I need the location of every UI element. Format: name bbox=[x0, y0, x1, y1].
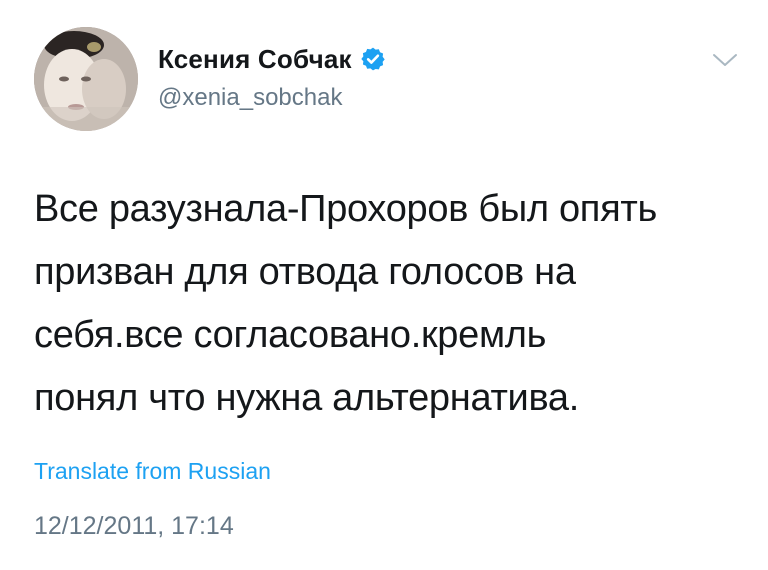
chevron-down-icon[interactable] bbox=[710, 50, 740, 70]
author-name-row[interactable]: Ксения Собчак bbox=[158, 42, 386, 76]
tweet-text-line: себя.все согласовано.кремль bbox=[34, 314, 547, 356]
tweet-text-line: понял что нужна альтернатива. bbox=[34, 377, 580, 419]
tweet-text-line: Все разузнала-Прохоров был опять bbox=[34, 188, 657, 230]
author-handle[interactable]: @xenia_sobchak bbox=[158, 84, 342, 112]
verified-badge-icon bbox=[360, 46, 386, 72]
tweet-text: Все разузнала-Прохоров был опять призван… bbox=[34, 178, 754, 430]
tweet-card: Ксения Собчак @xenia_sobchak Все разузна… bbox=[0, 0, 768, 570]
translate-link[interactable]: Translate from Russian bbox=[34, 458, 271, 485]
tweet-text-line: призван для отвода голосов на bbox=[34, 251, 576, 293]
avatar[interactable] bbox=[34, 27, 138, 131]
author-display-name[interactable]: Ксения Собчак bbox=[158, 44, 352, 75]
tweet-timestamp[interactable]: 12/12/2011, 17:14 bbox=[34, 512, 234, 541]
avatar-image bbox=[34, 27, 138, 131]
